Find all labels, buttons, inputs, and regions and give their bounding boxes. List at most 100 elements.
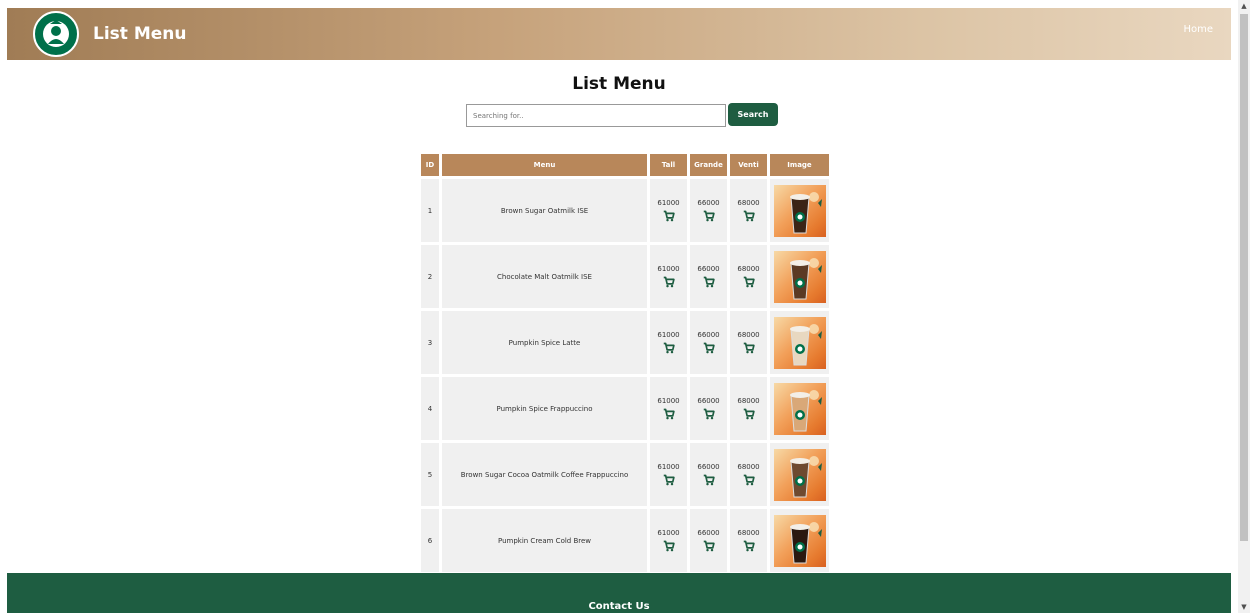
cell-tall: 61000 xyxy=(650,443,687,506)
cell-id: 4 xyxy=(421,377,439,440)
cart-icon[interactable] xyxy=(703,408,715,420)
drink-cup-icon xyxy=(789,389,822,431)
cart-icon[interactable] xyxy=(743,540,755,552)
cart-icon[interactable] xyxy=(663,408,675,420)
cell-tall: 61000 xyxy=(650,245,687,308)
drink-image xyxy=(773,250,826,303)
cart-icon[interactable] xyxy=(663,342,675,354)
cart-icon[interactable] xyxy=(743,474,755,486)
table-row: 2 Chocolate Malt Oatmilk ISE 61000 66000 680… xyxy=(421,245,829,308)
price-tall: 61000 xyxy=(657,331,680,340)
cell-image xyxy=(770,509,829,572)
cart-icon[interactable] xyxy=(663,276,675,288)
cell-venti: 68000 xyxy=(730,179,767,242)
drink-image xyxy=(773,514,826,567)
footer: Contact Us xyxy=(7,573,1231,613)
table-row: 3 Pumpkin Spice Latte 61000 66000 68000 xyxy=(421,311,829,374)
table-row: 5 Brown Sugar Cocoa Oatmilk Coffee Frappu… xyxy=(421,443,829,506)
price-tall: 61000 xyxy=(657,397,680,406)
table-row: 4 Pumpkin Spice Frappuccino 61000 66000 6800… xyxy=(421,377,829,440)
price-venti: 68000 xyxy=(737,529,760,538)
cart-icon[interactable] xyxy=(703,342,715,354)
price-venti: 68000 xyxy=(737,397,760,406)
starbucks-logo[interactable] xyxy=(33,11,79,57)
cell-menu: Chocolate Malt Oatmilk ISE xyxy=(442,245,647,308)
cell-venti: 68000 xyxy=(730,377,767,440)
cell-venti: 68000 xyxy=(730,311,767,374)
cart-icon[interactable] xyxy=(663,210,675,222)
cart-icon[interactable] xyxy=(743,276,755,288)
cell-tall: 61000 xyxy=(650,311,687,374)
cell-image xyxy=(770,245,829,308)
price-tall: 61000 xyxy=(657,463,680,472)
cart-icon[interactable] xyxy=(703,276,715,288)
cell-tall: 61000 xyxy=(650,509,687,572)
cell-menu: Pumpkin Spice Latte xyxy=(442,311,647,374)
drink-cup-icon xyxy=(789,257,822,299)
price-venti: 68000 xyxy=(737,463,760,472)
scrollbar[interactable]: ▲ ▼ xyxy=(1238,0,1250,613)
price-grande: 66000 xyxy=(697,463,720,472)
brand-title: List Menu xyxy=(93,24,187,44)
price-tall: 61000 xyxy=(657,529,680,538)
price-grande: 66000 xyxy=(697,331,720,340)
drink-cup-icon xyxy=(789,191,822,233)
cart-icon[interactable] xyxy=(743,408,755,420)
siren-icon xyxy=(37,15,75,53)
drink-image xyxy=(773,184,826,237)
cell-id: 5 xyxy=(421,443,439,506)
table-row: 6 Pumpkin Cream Cold Brew 61000 66000 68000 xyxy=(421,509,829,572)
scroll-down-icon[interactable]: ▼ xyxy=(1238,601,1250,613)
header-venti: Venti xyxy=(730,154,767,176)
cart-icon[interactable] xyxy=(703,210,715,222)
table-header-row: ID Menu Tall Grande Venti Image xyxy=(421,154,829,176)
price-grande: 66000 xyxy=(697,265,720,274)
drink-image xyxy=(773,316,826,369)
cell-menu: Brown Sugar Oatmilk ISE xyxy=(442,179,647,242)
page-title: List Menu xyxy=(572,74,666,94)
header-image: Image xyxy=(770,154,829,176)
cell-id: 3 xyxy=(421,311,439,374)
cell-venti: 68000 xyxy=(730,509,767,572)
price-tall: 61000 xyxy=(657,265,680,274)
header: List Menu Home xyxy=(7,8,1231,60)
header-menu: Menu xyxy=(442,154,647,176)
cell-tall: 61000 xyxy=(650,179,687,242)
cell-image xyxy=(770,443,829,506)
cart-icon[interactable] xyxy=(743,342,755,354)
menu-table: ID Menu Tall Grande Venti Image 1 Brown S… xyxy=(418,151,832,575)
search-button[interactable]: Search xyxy=(728,103,778,126)
cell-image xyxy=(770,311,829,374)
cart-icon[interactable] xyxy=(703,540,715,552)
cell-id: 2 xyxy=(421,245,439,308)
header-tall: Tall xyxy=(650,154,687,176)
price-grande: 66000 xyxy=(697,529,720,538)
table-row: 1 Brown Sugar Oatmilk ISE 61000 66000 68000 xyxy=(421,179,829,242)
scroll-thumb[interactable] xyxy=(1240,14,1248,541)
cell-image xyxy=(770,179,829,242)
cell-menu: Pumpkin Spice Frappuccino xyxy=(442,377,647,440)
cell-menu: Pumpkin Cream Cold Brew xyxy=(442,509,647,572)
menu-body: 1 Brown Sugar Oatmilk ISE 61000 66000 68000 2… xyxy=(421,179,829,572)
cell-grande: 66000 xyxy=(690,377,727,440)
cell-id: 6 xyxy=(421,509,439,572)
cell-image xyxy=(770,377,829,440)
drink-cup-icon xyxy=(789,455,822,497)
cart-icon[interactable] xyxy=(743,210,755,222)
price-tall: 61000 xyxy=(657,199,680,208)
price-grande: 66000 xyxy=(697,199,720,208)
cart-icon[interactable] xyxy=(663,474,675,486)
drink-cup-icon xyxy=(789,323,822,365)
cell-menu: Brown Sugar Cocoa Oatmilk Coffee Frappuc… xyxy=(442,443,647,506)
header-grande: Grande xyxy=(690,154,727,176)
cart-icon[interactable] xyxy=(703,474,715,486)
scroll-up-icon[interactable]: ▲ xyxy=(1238,0,1250,12)
search-input[interactable] xyxy=(466,104,726,127)
nav-home-link[interactable]: Home xyxy=(1183,24,1213,35)
cell-venti: 68000 xyxy=(730,443,767,506)
cell-grande: 66000 xyxy=(690,311,727,374)
price-venti: 68000 xyxy=(737,331,760,340)
cart-icon[interactable] xyxy=(663,540,675,552)
cell-grande: 66000 xyxy=(690,509,727,572)
drink-cup-icon xyxy=(789,521,822,563)
